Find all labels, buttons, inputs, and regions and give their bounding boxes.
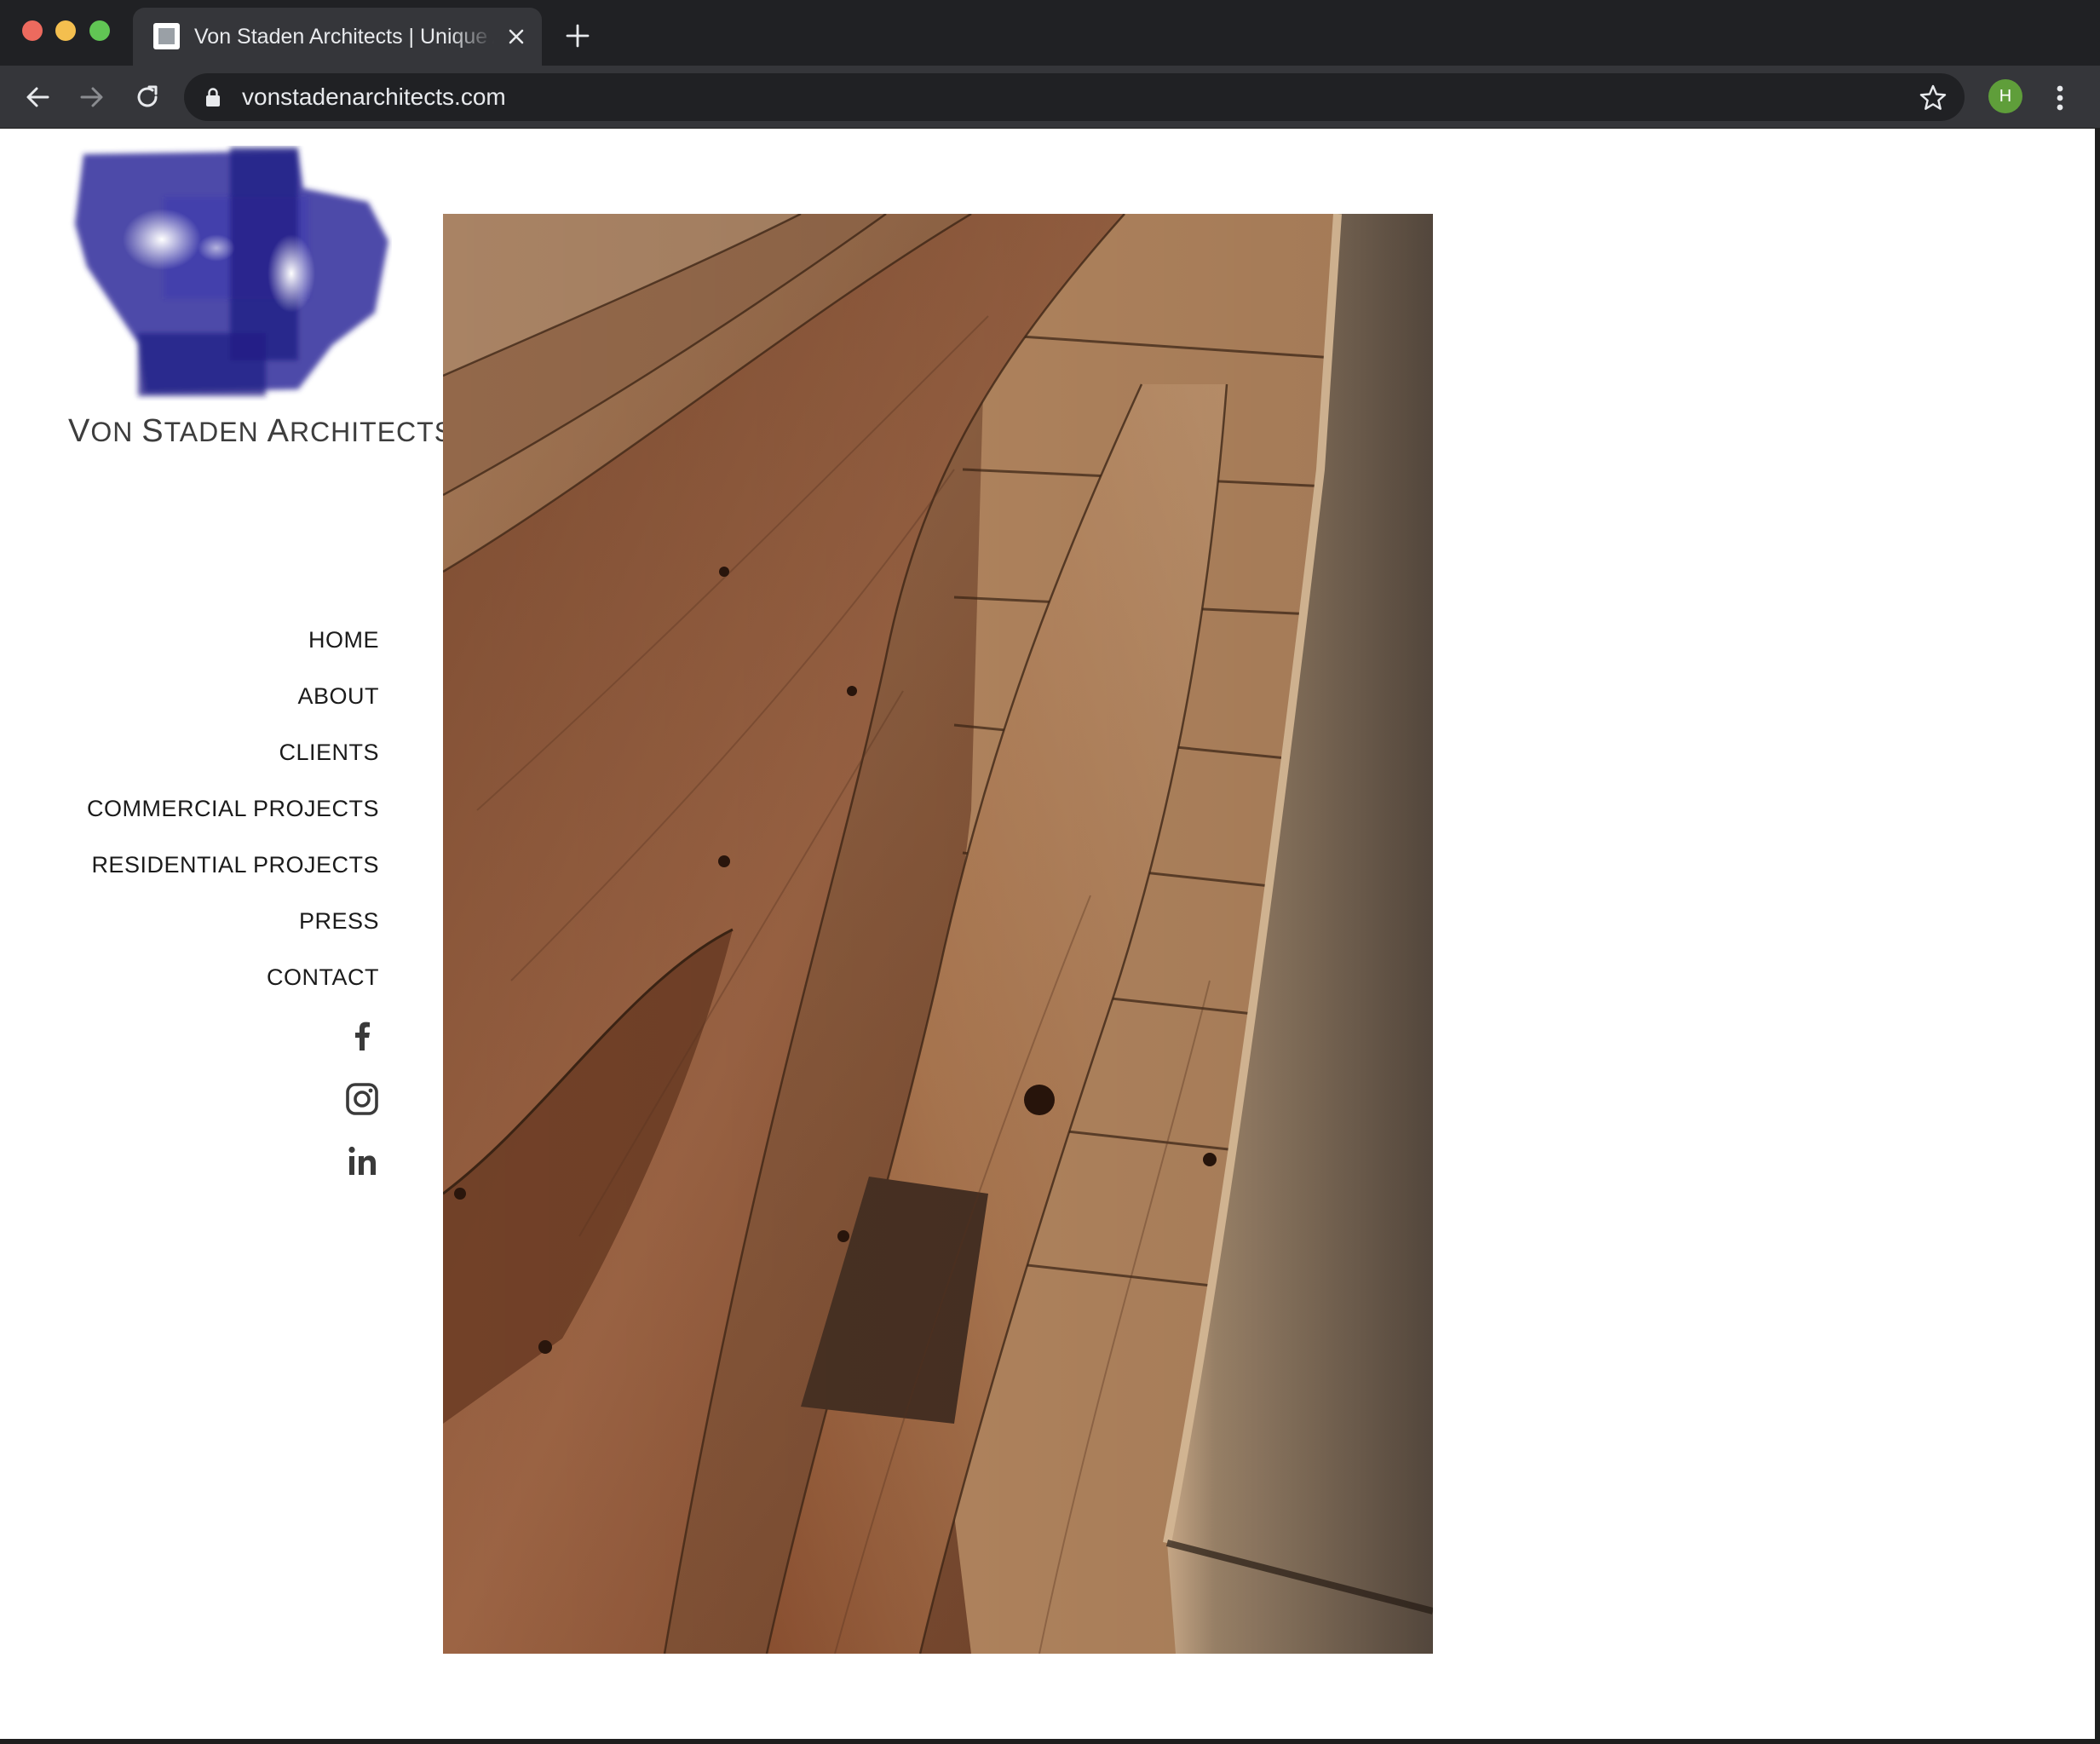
logo-mark-icon xyxy=(75,147,388,396)
facebook-icon xyxy=(355,1022,370,1050)
nav-clients[interactable]: CLIENTS xyxy=(34,730,379,786)
reload-icon[interactable] xyxy=(130,80,164,114)
nav-residential-projects[interactable]: RESIDENTIAL PROJECTS xyxy=(34,843,379,899)
nav-commercial-projects[interactable]: COMMERCIAL PROJECTS xyxy=(34,786,379,843)
window-close-button[interactable] xyxy=(22,20,43,41)
nav-about[interactable]: ABOUT xyxy=(34,674,379,730)
tab-title: Von Staden Architects | Unique Architect… xyxy=(194,25,494,49)
window-maximize-button[interactable] xyxy=(89,20,110,41)
hero-image xyxy=(443,214,1433,1654)
browser-tab-bar: Von Staden Architects | Unique Architect… xyxy=(0,0,2100,66)
facebook-link[interactable] xyxy=(341,1015,383,1057)
nav-contact[interactable]: CONTACT xyxy=(34,955,379,1011)
logo-text: VON STADEN ARCHITECTS xyxy=(68,413,454,449)
page-viewport: VON STADEN ARCHITECTS HOME ABOUT CLIENTS… xyxy=(0,129,2100,1744)
lock-icon xyxy=(206,88,220,106)
star-icon[interactable] xyxy=(1919,83,1948,112)
window-minimize-button[interactable] xyxy=(55,20,76,41)
wood-floor-photo xyxy=(443,214,1433,1654)
linkedin-icon xyxy=(348,1146,376,1175)
profile-avatar[interactable]: H xyxy=(1988,79,2022,113)
site-logo[interactable]: VON STADEN ARCHITECTS xyxy=(68,146,454,469)
close-icon[interactable] xyxy=(501,21,532,52)
linkedin-link[interactable] xyxy=(341,1140,383,1183)
window-border xyxy=(0,1739,2100,1744)
nav-press[interactable]: PRESS xyxy=(34,899,379,955)
main-nav: HOME ABOUT CLIENTS COMMERCIAL PROJECTS R… xyxy=(34,618,379,1011)
instagram-icon xyxy=(346,1083,378,1115)
page-icon xyxy=(153,23,180,49)
browser-tab[interactable]: Von Staden Architects | Unique Architect… xyxy=(133,8,542,66)
arrow-right-icon[interactable] xyxy=(75,80,109,114)
plus-icon[interactable] xyxy=(562,20,593,51)
url-text: vonstadenarchitects.com xyxy=(242,83,506,110)
browser-toolbar: vonstadenarchitects.com H xyxy=(0,66,2100,129)
address-bar[interactable]: vonstadenarchitects.com xyxy=(184,73,1965,121)
arrow-left-icon[interactable] xyxy=(20,80,55,114)
kebab-menu-icon[interactable] xyxy=(2045,81,2075,115)
window-border xyxy=(2095,129,2100,1744)
nav-home[interactable]: HOME xyxy=(34,618,379,674)
instagram-link[interactable] xyxy=(341,1078,383,1120)
